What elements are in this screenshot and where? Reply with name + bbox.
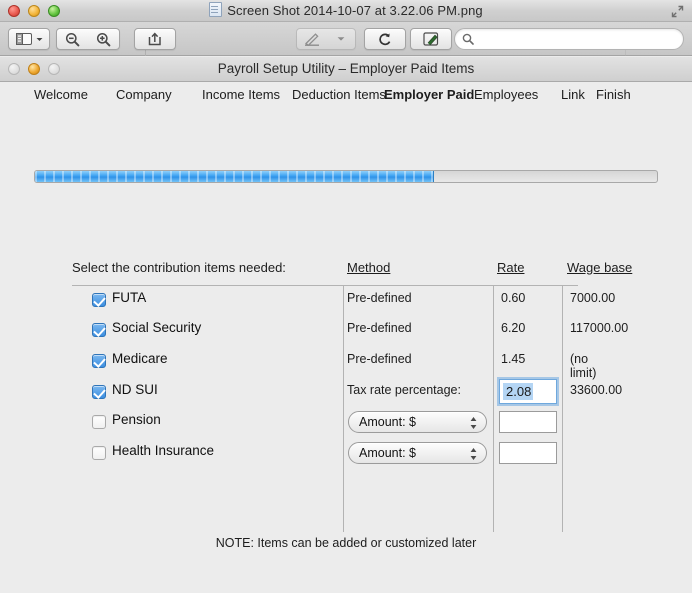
checkbox-health-insurance[interactable] (92, 446, 106, 460)
health-insurance-method-select[interactable]: Amount: $ (348, 442, 487, 464)
column-header-rate: Rate (497, 260, 525, 275)
cell-wage-base: 117000.00 (570, 321, 629, 335)
rotate-icon (378, 33, 390, 45)
search-field[interactable] (454, 28, 684, 50)
tax-rate-input[interactable]: 2.08 (499, 379, 557, 404)
search-icon (462, 33, 474, 45)
share-button[interactable] (134, 28, 176, 50)
table-row: ND SUI Tax rate percentage: 2.08 33600.0… (72, 379, 622, 410)
pension-amount-input[interactable] (499, 411, 557, 433)
row-label: Pension (112, 412, 161, 427)
document-icon (209, 2, 223, 17)
pen-icon (305, 33, 320, 46)
markup-options-button[interactable] (328, 36, 355, 42)
preview-toolbar (0, 22, 692, 56)
tax-rate-value: 2.08 (503, 383, 534, 400)
table-row: FUTA Pre-defined 0.60 7000.00 (72, 287, 615, 318)
pension-method-select[interactable]: Amount: $ (348, 411, 487, 433)
markup-tool-control (296, 28, 626, 56)
checkbox-pension[interactable] (92, 415, 106, 429)
cell-method: Tax rate percentage: (347, 383, 461, 397)
window-title-text: Screen Shot 2014-10-07 at 3.22.06 PM.png (227, 3, 483, 18)
zoom-segmented-control (56, 28, 146, 56)
cell-wage-base: 33600.00 (570, 383, 623, 397)
markup-button[interactable] (297, 32, 328, 46)
cell-method: Pre-defined (347, 291, 412, 305)
health-insurance-amount-input[interactable] (499, 442, 557, 464)
pension-method-value: Amount: $ (359, 415, 416, 429)
table-top-divider (72, 285, 578, 286)
window-title: Screen Shot 2014-10-07 at 3.22.06 PM.png (0, 2, 692, 18)
zoom-out-button[interactable] (57, 32, 88, 47)
column-header-method: Method (347, 260, 391, 275)
checkbox-social-security[interactable] (92, 323, 106, 337)
zoom-in-icon (96, 32, 111, 46)
health-insurance-method-value: Amount: $ (359, 446, 416, 460)
chevron-down-icon (36, 37, 42, 41)
payroll-setup-window: Payroll Setup Utility – Employer Paid It… (0, 57, 692, 593)
cell-method: Pre-defined (347, 352, 412, 366)
chevron-down-icon (338, 37, 345, 41)
cell-rate: 6.20 (501, 321, 526, 335)
rotate-button[interactable] (364, 28, 406, 50)
zoom-out-icon (65, 32, 80, 46)
stepper-arrows-icon (470, 448, 477, 460)
search-input[interactable] (478, 31, 672, 47)
cell-rate: 1.45 (501, 352, 526, 366)
cell-rate: 0.60 (501, 291, 526, 305)
preview-app-window: Screen Shot 2014-10-07 at 3.22.06 PM.png (0, 0, 692, 593)
zoom-in-button[interactable] (88, 32, 119, 47)
window-titlebar: Screen Shot 2014-10-07 at 3.22.06 PM.png (0, 0, 692, 22)
row-label: FUTA (112, 290, 147, 305)
column-header-wage-base: Wage base (567, 260, 633, 275)
fullscreen-icon[interactable] (671, 5, 684, 18)
table-row: Pension Amount: $ (72, 409, 578, 440)
stepper-arrows-icon (470, 417, 477, 429)
table-row: Health Insurance Amount: $ (72, 440, 578, 471)
edit-pencil-icon (423, 32, 439, 46)
edit-button[interactable] (410, 28, 452, 50)
checkbox-medicare[interactable] (92, 354, 106, 368)
tax-rate-field-wrapper: 2.08 (499, 379, 557, 404)
table-row: Social Security Pre-defined 6.20 117000.… (72, 317, 628, 348)
row-label: Social Security (112, 320, 202, 335)
row-label: Health Insurance (112, 443, 215, 458)
share-icon (148, 32, 161, 46)
row-label: ND SUI (112, 382, 158, 397)
cell-wage-base: 7000.00 (570, 291, 616, 305)
table-row: Medicare Pre-defined 1.45 (no limit) (72, 348, 596, 380)
checkbox-futa[interactable] (92, 293, 106, 307)
sidebar-view-button[interactable] (8, 28, 50, 50)
employer-paid-items-panel: Select the contribution items needed: Me… (0, 57, 692, 593)
cell-wage-base: (no limit) (570, 352, 597, 380)
checkbox-nd-sui[interactable] (92, 385, 106, 399)
instruction-label: Select the contribution items needed: (72, 260, 286, 275)
note-text: NOTE: Items can be added or customized l… (215, 536, 477, 550)
cell-method: Pre-defined (347, 321, 412, 335)
sidebar-icon (15, 33, 32, 45)
row-label: Medicare (112, 351, 168, 366)
